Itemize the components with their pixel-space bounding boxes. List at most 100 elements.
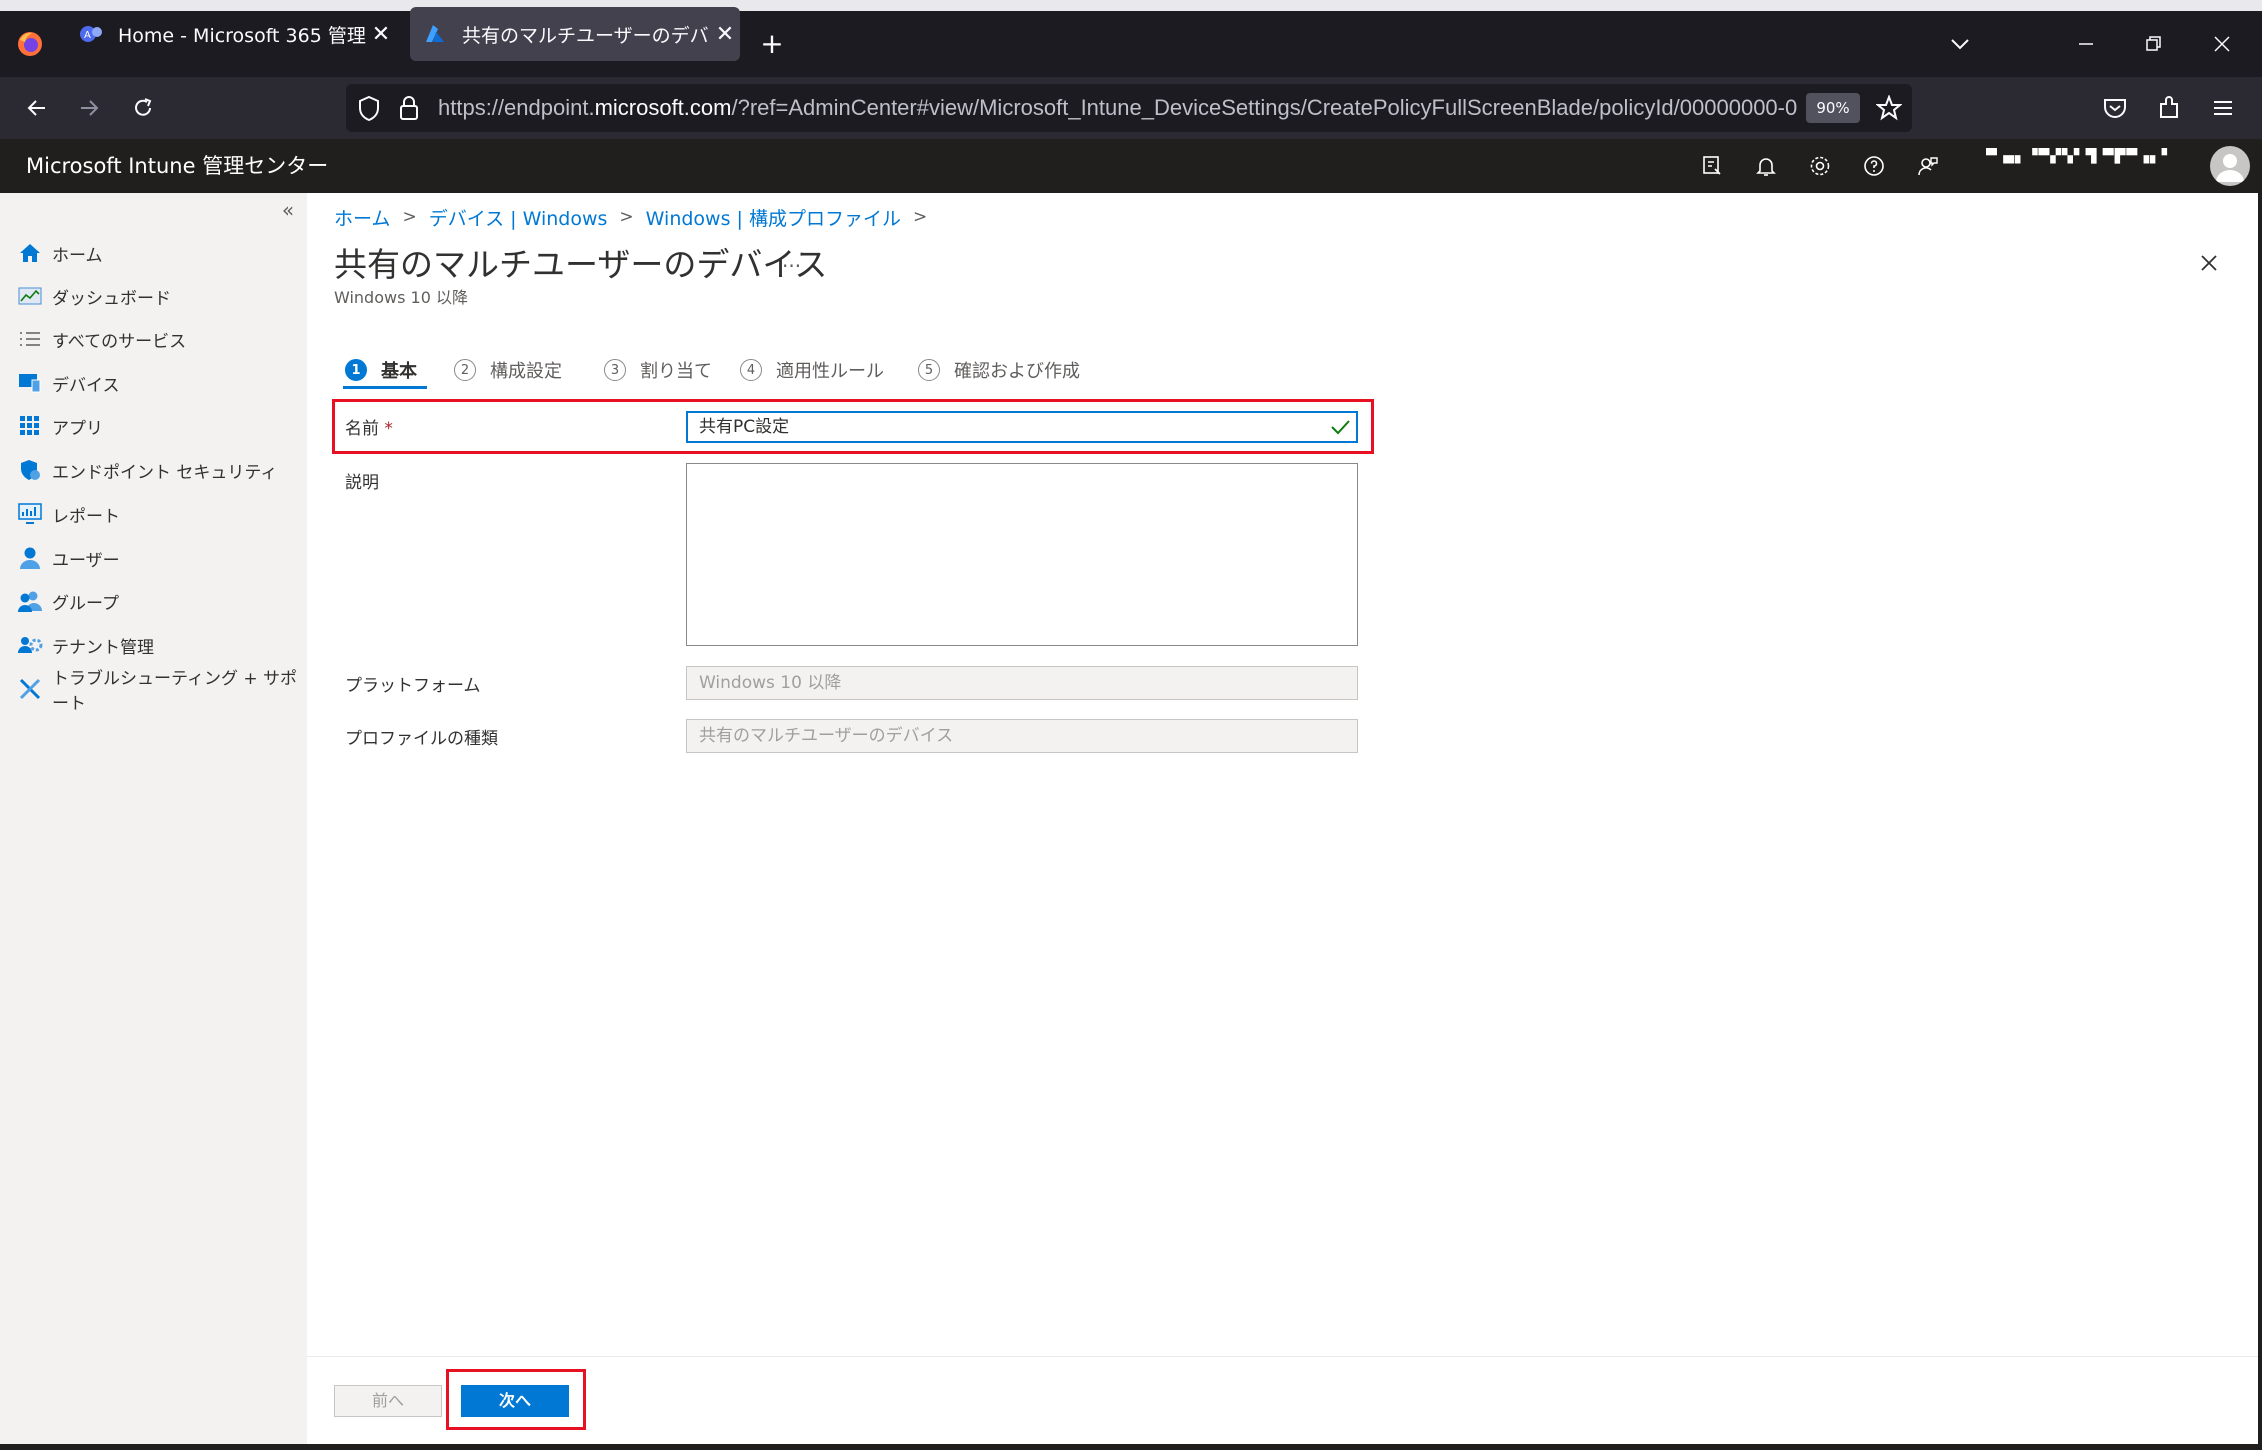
reload-icon[interactable] (118, 77, 168, 139)
sidebar-item-dashboard[interactable]: ダッシュボード (16, 276, 300, 316)
breadcrumb-link-configuration-profiles[interactable]: Windows | 構成プロファイル (646, 204, 901, 231)
new-tab-button[interactable]: + (750, 11, 794, 77)
step-label: 割り当て (640, 361, 712, 382)
tab-list-chevron-icon[interactable] (1938, 11, 1982, 77)
step-number: 1 (345, 359, 367, 381)
wizard-step-assignments[interactable]: 3 割り当て (604, 355, 712, 385)
previous-button[interactable]: 前へ (334, 1385, 442, 1417)
back-arrow-icon[interactable] (12, 77, 62, 139)
pocket-icon[interactable] (2090, 77, 2140, 139)
page-title: 共有のマルチユーザーのデバイス (334, 245, 828, 284)
sidebar-item-all-services[interactable]: すべてのサービス (16, 319, 300, 359)
page-subtitle: Windows 10 以降 (334, 288, 468, 307)
firefox-logo-icon[interactable] (8, 11, 52, 77)
tenant-admin-icon (16, 631, 44, 659)
bookmark-star-icon[interactable] (1864, 77, 1914, 139)
step-number: 2 (454, 359, 476, 381)
highlight-box-name (332, 399, 1374, 454)
sidebar-item-label: ダッシュボード (52, 288, 171, 309)
sidebar-item-label: すべてのサービス (52, 331, 187, 352)
help-question-icon[interactable] (1850, 139, 1898, 193)
extensions-icon[interactable] (2144, 77, 2194, 139)
window-border (0, 1444, 2262, 1450)
description-label: 説明 (345, 473, 379, 493)
breadcrumb-link-devices-windows[interactable]: デバイス | Windows (429, 204, 608, 231)
collapse-sidebar-button[interactable]: « (276, 198, 300, 224)
footer-divider (307, 1356, 2262, 1357)
tab-label: Home - Microsoft 365 管理センター (118, 24, 366, 47)
sidebar-item-devices[interactable]: デバイス (16, 363, 300, 403)
window-close-icon[interactable] (2200, 11, 2244, 77)
platform-field: Windows 10 以降 (686, 666, 1358, 700)
notification-bell-icon[interactable] (1742, 139, 1790, 193)
close-icon[interactable]: ✕ (366, 22, 396, 47)
wizard-step-basics[interactable]: 1 基本 (345, 355, 417, 385)
sidebar-item-troubleshooting[interactable]: トラブルシューティング + サポート (16, 669, 300, 714)
sidebar-item-label: テナント管理 (52, 637, 154, 658)
breadcrumb: ホーム > デバイス | Windows > Windows | 構成プロファイ… (334, 203, 939, 231)
sidebar-item-users[interactable]: ユーザー (16, 538, 300, 578)
minimize-icon[interactable] (2064, 11, 2108, 77)
forward-arrow-icon[interactable] (64, 77, 114, 139)
breadcrumb-link-home[interactable]: ホーム (334, 204, 390, 231)
browser-tab-home[interactable]: A Home - Microsoft 365 管理センター ✕ (66, 7, 396, 61)
step-label: 確認および作成 (954, 361, 1080, 382)
app-title[interactable]: Microsoft Intune 管理センター (26, 139, 328, 193)
step-label: 基本 (381, 361, 417, 382)
active-step-indicator (343, 386, 427, 389)
profile-type-label: プロファイルの種類 (345, 729, 498, 749)
feedback-device-icon[interactable] (1688, 139, 1736, 193)
svg-text:A: A (84, 30, 91, 41)
group-icon (16, 587, 44, 615)
close-blade-icon[interactable] (2194, 248, 2224, 278)
sidebar-item-label: ホーム (52, 245, 103, 266)
user-icon (16, 544, 44, 572)
breadcrumb-separator: > (912, 207, 928, 227)
menu-hamburger-icon[interactable] (2198, 77, 2248, 139)
sidebar-item-reports[interactable]: レポート (16, 494, 300, 534)
avatar[interactable] (2210, 146, 2250, 186)
sidebar-item-label: レポート (52, 506, 120, 527)
shield-security-icon (16, 456, 44, 484)
sidebar-item-endpoint-security[interactable]: エンドポイント セキュリティ (16, 450, 300, 490)
step-number: 4 (740, 359, 762, 381)
window-border (2258, 139, 2262, 1450)
sidebar-item-home[interactable]: ホーム (16, 233, 300, 273)
step-number: 5 (918, 359, 940, 381)
sidebar-item-groups[interactable]: グループ (16, 581, 300, 621)
list-icon (16, 325, 44, 353)
wizard-step-review-create[interactable]: 5 確認および作成 (918, 355, 1080, 385)
tab-label: 共有のマルチユーザーのデバイス - Microsoft Intune (462, 24, 710, 47)
reports-icon (16, 500, 44, 528)
wizard-step-applicability[interactable]: 4 適用性ルール (740, 355, 884, 385)
sidebar-item-tenant-admin[interactable]: テナント管理 (16, 625, 300, 665)
restore-icon[interactable] (2132, 11, 2176, 77)
zoom-level-badge[interactable]: 90% (1806, 93, 1860, 123)
browser-tab-intune[interactable]: 共有のマルチユーザーのデバイス - Microsoft Intune ✕ (410, 7, 740, 61)
sidebar-item-label: ユーザー (52, 550, 120, 571)
feedback-person-icon[interactable] (1904, 139, 1952, 193)
sidebar-item-apps[interactable]: アプリ (16, 406, 300, 446)
azure-icon (422, 21, 448, 47)
url-text[interactable]: https://endpoint.microsoft.com/?ref=Admi… (438, 84, 1798, 132)
m365-admin-icon: A (78, 21, 104, 47)
profile-type-field: 共有のマルチユーザーのデバイス (686, 719, 1358, 753)
dashboard-icon (16, 282, 44, 310)
shield-icon[interactable] (356, 94, 384, 122)
step-number: 3 (604, 359, 626, 381)
account-name[interactable]: ▀ ▄▖▝▀▞▚▘▜ ▀▛▀▗▖▘ (1986, 148, 2206, 186)
description-textarea[interactable] (686, 463, 1358, 646)
wizard-step-configuration[interactable]: 2 構成設定 (454, 355, 562, 385)
more-options-button[interactable]: ... (782, 248, 801, 272)
sidebar-item-label: トラブルシューティング + サポート (52, 669, 298, 714)
settings-gear-icon[interactable] (1796, 139, 1844, 193)
close-icon[interactable]: ✕ (710, 22, 740, 47)
sidebar-item-label: デバイス (52, 375, 120, 396)
breadcrumb-separator: > (402, 207, 417, 227)
breadcrumb-separator: > (619, 207, 634, 227)
sidebar-item-label: アプリ (52, 418, 103, 439)
lock-icon[interactable] (398, 94, 422, 122)
step-label: 適用性ルール (776, 361, 884, 382)
highlight-box-next (446, 1369, 586, 1430)
devices-icon (16, 369, 44, 397)
